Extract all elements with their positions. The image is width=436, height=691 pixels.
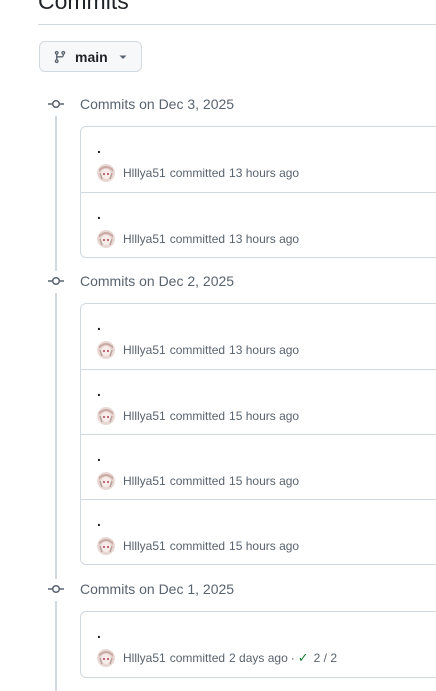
commit-time: 15 hours ago — [229, 474, 300, 488]
author-link[interactable]: Hlllya51 — [123, 409, 166, 423]
commit-row: . Hlllya51 committed 13 hours ago — [81, 127, 436, 192]
avatar[interactable] — [97, 537, 115, 555]
git-commit-icon — [47, 582, 65, 596]
commit-meta: Hlllya51 committed 2 days ago · ✓ 2 / 2 — [97, 649, 337, 667]
commit-row: . Hlllya51 committed 13 hours ago — [81, 304, 436, 369]
timeline-line — [55, 601, 57, 691]
commit-group-header: Commits on Dec 3, 2025 — [47, 94, 234, 114]
commit-meta: Hlllya51 committed 15 hours ago — [97, 537, 299, 555]
commit-time: 13 hours ago — [229, 232, 300, 246]
title-divider — [38, 24, 436, 25]
git-commit-icon — [47, 274, 65, 288]
commit-message-link[interactable]: . — [97, 206, 101, 222]
check-icon[interactable]: ✓ — [298, 650, 309, 666]
avatar[interactable] — [97, 407, 115, 425]
commit-row: . Hlllya51 committed 2 days ago · ✓ 2 / … — [81, 612, 436, 677]
commit-group-title: Commits on Dec 1, 2025 — [80, 581, 235, 597]
avatar[interactable] — [97, 230, 115, 248]
commit-meta: Hlllya51 committed 13 hours ago — [97, 230, 299, 248]
commit-time: 15 hours ago — [229, 409, 300, 423]
checks-status[interactable]: 2 / 2 — [314, 651, 337, 665]
commit-verb: committed — [169, 651, 226, 665]
commit-message-link[interactable]: . — [97, 140, 101, 156]
commit-verb: committed — [169, 539, 226, 553]
meta-separator: · — [290, 651, 295, 665]
avatar[interactable] — [97, 472, 115, 490]
page-title: Commits — [38, 0, 129, 14]
commit-row: . Hlllya51 committed 15 hours ago — [81, 369, 436, 434]
commit-row: . Hlllya51 committed 13 hours ago — [81, 192, 436, 257]
commit-message-link[interactable]: . — [97, 448, 101, 464]
avatar[interactable] — [97, 649, 115, 667]
commit-meta: Hlllya51 committed 15 hours ago — [97, 472, 299, 490]
commit-meta: Hlllya51 committed 13 hours ago — [97, 164, 299, 182]
git-branch-icon — [53, 50, 67, 64]
commit-time: 2 days ago — [229, 651, 288, 665]
commit-group-header: Commits on Dec 2, 2025 — [47, 271, 234, 291]
commit-row: . Hlllya51 committed 15 hours ago — [81, 434, 436, 499]
commit-verb: committed — [169, 474, 226, 488]
author-link[interactable]: Hlllya51 — [123, 539, 166, 553]
commit-meta: Hlllya51 committed 15 hours ago — [97, 407, 299, 425]
author-link[interactable]: Hlllya51 — [123, 474, 166, 488]
commit-group-header: Commits on Dec 1, 2025 — [47, 579, 234, 599]
avatar[interactable] — [97, 341, 115, 359]
commit-meta: Hlllya51 committed 13 hours ago — [97, 341, 299, 359]
author-link[interactable]: Hlllya51 — [123, 166, 166, 180]
branch-name: main — [75, 48, 108, 65]
commit-group-title: Commits on Dec 2, 2025 — [80, 273, 235, 289]
timeline-line — [55, 116, 57, 271]
chevron-down-icon — [118, 52, 128, 62]
commit-time: 13 hours ago — [229, 166, 300, 180]
avatar[interactable] — [97, 164, 115, 182]
commit-verb: committed — [169, 232, 226, 246]
commit-message-link[interactable]: . — [97, 317, 101, 333]
commit-group-title: Commits on Dec 3, 2025 — [80, 96, 235, 112]
author-link[interactable]: Hlllya51 — [123, 232, 166, 246]
commit-list: . Hlllya51 committed 2 days ago · ✓ 2 / … — [80, 611, 436, 678]
commit-verb: committed — [169, 409, 226, 423]
commit-message-link[interactable]: . — [97, 625, 101, 641]
commit-message-link[interactable]: . — [97, 513, 101, 529]
timeline-line — [55, 293, 57, 579]
commit-time: 15 hours ago — [229, 539, 300, 553]
author-link[interactable]: Hlllya51 — [123, 343, 166, 357]
commit-list: . Hlllya51 committed 13 hours ago . Hlll… — [80, 303, 436, 565]
commit-row: . Hlllya51 committed 15 hours ago — [81, 499, 436, 564]
commit-list: . Hlllya51 committed 13 hours ago . Hlll… — [80, 126, 436, 258]
commit-message-link[interactable]: . — [97, 383, 101, 399]
commit-verb: committed — [169, 166, 226, 180]
commit-time: 13 hours ago — [229, 343, 300, 357]
branch-select-button[interactable]: main — [39, 41, 142, 72]
commit-verb: committed — [169, 343, 226, 357]
git-commit-icon — [47, 97, 65, 111]
author-link[interactable]: Hlllya51 — [123, 651, 166, 665]
